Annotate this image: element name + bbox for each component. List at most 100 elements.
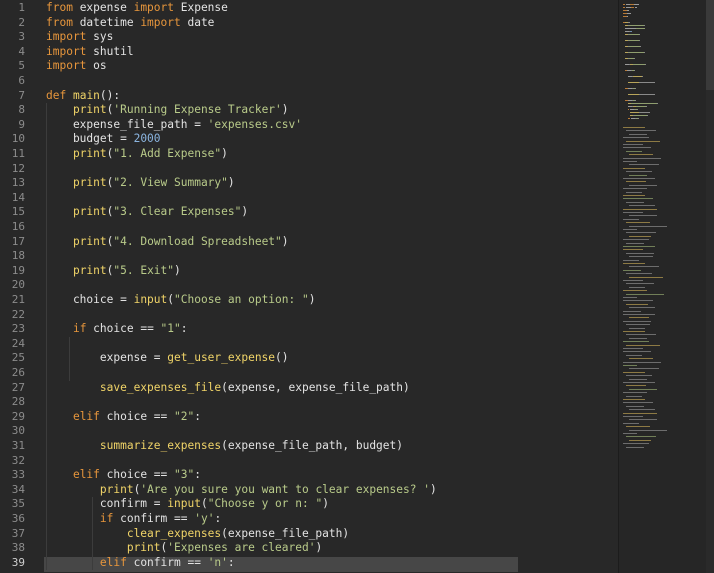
code-line[interactable]: print("5. Exit") xyxy=(46,264,181,279)
minimap-line xyxy=(623,178,655,179)
minimap-line xyxy=(629,409,655,411)
code-line[interactable]: from datetime import date xyxy=(46,16,214,31)
code-line[interactable]: save_expenses_file(expense, expense_file… xyxy=(46,381,410,396)
function-token: clear_expenses xyxy=(126,526,222,540)
minimap-line xyxy=(636,109,638,110)
code-line[interactable]: print("2. View Summary") xyxy=(46,176,235,191)
identifier-token xyxy=(46,322,73,335)
code-line[interactable]: choice = input("Choose an option: ") xyxy=(46,293,316,308)
minimap-line xyxy=(626,385,646,387)
identifier-token xyxy=(46,527,127,540)
function-token: save_expenses_file xyxy=(99,380,222,394)
string-token: "2" xyxy=(174,409,195,423)
minimap-line xyxy=(623,297,637,298)
code-line[interactable]: clear_expenses(expense_file_path) xyxy=(46,527,349,542)
scrollbar-thumb[interactable] xyxy=(706,0,714,90)
code-line[interactable]: from expense import Expense xyxy=(46,1,228,16)
punctuation-token: ( xyxy=(167,293,175,306)
code-line[interactable]: print('Are you sure you want to clear ex… xyxy=(46,483,437,498)
code-line[interactable]: if confirm == 'y': xyxy=(46,512,221,527)
string-token: 'Running Expense Tracker' xyxy=(113,103,282,117)
code-line[interactable]: elif confirm == 'n': xyxy=(46,556,235,571)
minimap-line xyxy=(623,351,651,353)
identifier-token xyxy=(66,89,73,102)
line-number: 17 xyxy=(11,234,25,248)
punctuation-token: ) xyxy=(322,497,329,511)
minimap-line xyxy=(623,443,649,445)
code-line[interactable]: import sys xyxy=(46,30,113,45)
minimap-line xyxy=(635,100,636,101)
minimap-line xyxy=(623,249,643,251)
code-line[interactable]: if choice == "1": xyxy=(46,322,188,337)
line-number: 15 xyxy=(11,205,25,219)
line-number: 34 xyxy=(11,482,25,496)
code-line[interactable]: print('Expenses are cleared') xyxy=(46,541,322,556)
function-token: print xyxy=(72,263,107,277)
code-editor[interactable]: 1 2 3 4 5 6 7 8 9 10 11 12 13 14 15 16 17 18 19 20 21 22 23 24 2… xyxy=(0,0,618,573)
line-number: 23 xyxy=(11,322,25,336)
keyword-token: elif xyxy=(72,468,100,482)
minimap-line xyxy=(623,361,661,363)
code-line[interactable]: import shutil xyxy=(46,45,134,60)
code-line[interactable]: print("4. Download Spreadsheet") xyxy=(46,235,289,250)
minimap-line xyxy=(629,439,651,441)
code-line[interactable]: confirm = input("Choose y or n: ") xyxy=(46,497,329,512)
minimap-line xyxy=(626,150,642,152)
line-number: 18 xyxy=(11,249,25,263)
minimap-line xyxy=(623,392,647,394)
line-number: 37 xyxy=(11,526,25,540)
line-number: 25 xyxy=(11,351,25,365)
minimap-line xyxy=(626,171,652,173)
string-token: "3" xyxy=(174,468,195,482)
minimap-line xyxy=(623,331,645,332)
minimap-line xyxy=(629,419,657,421)
line-number: 20 xyxy=(11,278,25,292)
minimap-line xyxy=(626,222,650,224)
keyword-token: import xyxy=(46,44,87,58)
minimap-line xyxy=(623,188,647,190)
minimap[interactable] xyxy=(618,0,707,573)
line-number: 9 xyxy=(18,117,25,131)
identifier-token: sys xyxy=(86,30,114,44)
minimap-line xyxy=(634,4,639,5)
code-line[interactable]: def main(): xyxy=(46,89,120,104)
code-line[interactable]: print("1. Add Expense") xyxy=(46,147,228,162)
keyword-token: if xyxy=(99,512,114,525)
punctuation-token: = xyxy=(153,351,168,365)
minimap-line xyxy=(629,205,655,207)
minimap-line xyxy=(626,191,642,193)
minimap-line xyxy=(629,266,659,268)
code-area[interactable]: from expense import Expense from datetime… xyxy=(46,0,618,573)
minimap-line xyxy=(638,118,639,119)
minimap-line xyxy=(623,348,643,349)
code-line[interactable]: expense_file_path = 'expenses.csv' xyxy=(46,118,302,133)
code-line[interactable]: elif choice == "2": xyxy=(46,410,201,425)
code-line[interactable]: expense = get_user_expense() xyxy=(46,351,289,366)
minimap-line xyxy=(638,82,656,83)
minimap-line xyxy=(623,300,653,302)
keyword-token: elif xyxy=(72,409,100,423)
code-line[interactable]: summarize_expenses(expense_file_path, bu… xyxy=(46,439,403,454)
punctuation-token: == xyxy=(153,468,175,482)
minimap-line xyxy=(629,317,649,319)
string-token: "1" xyxy=(160,322,181,336)
minimap-line xyxy=(623,269,641,271)
punctuation-token: ) xyxy=(241,205,249,219)
punctuation-token: ) xyxy=(281,103,289,117)
code-line[interactable]: print("3. Clear Expenses") xyxy=(46,205,248,220)
code-line[interactable]: import os xyxy=(46,59,107,74)
minimap-line xyxy=(636,28,645,29)
code-line[interactable]: budget = 2000 xyxy=(46,132,161,147)
identifier-token: shutil xyxy=(86,44,134,58)
minimap-line xyxy=(629,46,641,47)
vertical-scrollbar[interactable] xyxy=(706,0,714,573)
minimap-line xyxy=(642,76,644,77)
identifier-token: choice xyxy=(46,293,121,306)
code-line[interactable]: print('Running Expense Tracker') xyxy=(46,103,289,118)
minimap-line xyxy=(629,388,657,390)
code-line[interactable]: elif choice == "3": xyxy=(46,468,201,483)
line-number: 16 xyxy=(11,220,25,233)
minimap-line xyxy=(623,239,649,241)
minimap-line xyxy=(623,195,645,196)
minimap-line xyxy=(629,154,653,156)
